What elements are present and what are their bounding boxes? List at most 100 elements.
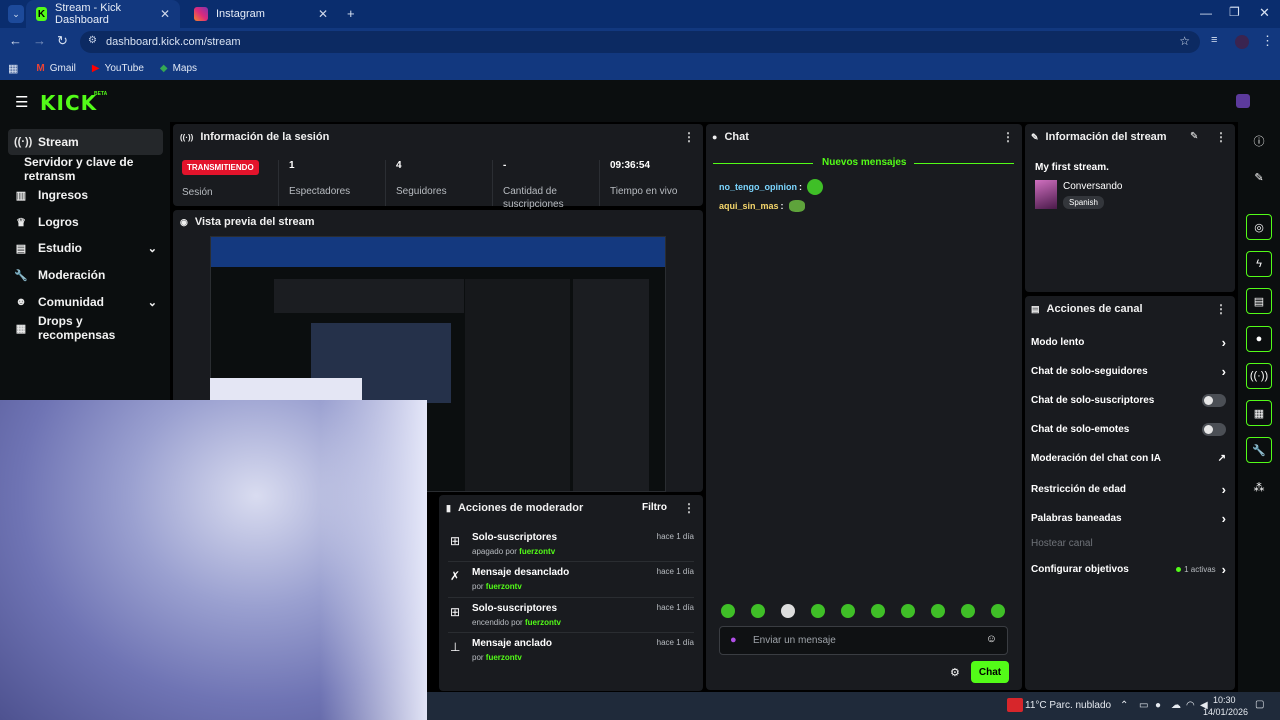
integrations-icon[interactable]: ⁂ — [1246, 474, 1272, 500]
back-icon[interactable]: ← — [9, 33, 22, 48]
bookmark-star-icon[interactable]: ☆ — [1179, 34, 1190, 48]
device-icon[interactable]: ▭ — [1139, 700, 1148, 711]
wifi-icon[interactable]: ◠ — [1186, 700, 1195, 711]
edit-pencil-icon[interactable]: ✎ — [1246, 164, 1272, 190]
tab-kick-dashboard[interactable]: K Stream - Kick Dashboard ✕ — [26, 0, 180, 28]
emote-button-icon[interactable] — [961, 604, 975, 618]
sidebar-item-stream-key[interactable]: Servidor y clave de retransm — [8, 155, 170, 183]
emote-button-icon[interactable] — [991, 604, 1005, 618]
window-close-icon[interactable]: ✕ — [1259, 5, 1270, 21]
clock-time[interactable]: 10:30 — [1213, 695, 1236, 705]
emotes-only-toggle[interactable] — [1202, 423, 1226, 436]
url-text: dashboard.kick.com/stream — [106, 36, 241, 48]
mod-action-user[interactable]: fuerzontv — [519, 547, 555, 556]
microphone-icon[interactable]: ● — [1155, 700, 1161, 711]
emote-button-icon[interactable] — [841, 604, 855, 618]
sidebar-item-ingresos[interactable]: ▥ Ingresos — [8, 182, 163, 208]
mod-actions-header: ▮ Acciones de moderador — [446, 502, 583, 514]
panel-title: Acciones de moderador — [457, 502, 584, 514]
mod-action-row: ⊞ Solo-suscriptores apagado por fuerzont… — [448, 532, 694, 564]
document-icon[interactable]: ▤ — [1246, 288, 1272, 314]
close-icon[interactable]: ✕ — [318, 7, 328, 21]
close-icon[interactable]: ✕ — [160, 7, 170, 21]
more-options-icon[interactable]: ⋮ — [1215, 302, 1227, 316]
chevron-right-icon: › — [1221, 562, 1226, 577]
chat-bubble-icon[interactable]: ● — [1246, 326, 1272, 352]
lightning-icon[interactable]: ϟ — [1246, 251, 1272, 277]
chat-username[interactable]: no_tengo_opinion — [719, 182, 797, 192]
mod-action-title: Solo-suscriptores — [472, 532, 558, 543]
url-input[interactable]: ⚙ dashboard.kick.com/stream ☆ — [80, 31, 1200, 53]
sidebar-item-moderacion[interactable]: 🔧 Moderación — [8, 262, 163, 288]
more-options-icon[interactable]: ⋮ — [683, 501, 695, 515]
mod-action-user[interactable]: fuerzontv — [486, 653, 522, 662]
emoji-picker-icon[interactable]: ☺ — [986, 633, 997, 645]
profile-avatar[interactable] — [1235, 35, 1249, 49]
media-icon[interactable]: ≡ — [1211, 34, 1217, 46]
forward-icon[interactable]: → — [33, 33, 46, 48]
emote-button-icon[interactable] — [781, 604, 795, 618]
emote-button-icon[interactable] — [871, 604, 885, 618]
new-tab-icon[interactable]: + — [347, 6, 355, 21]
tab-instagram[interactable]: Instagram ✕ — [184, 0, 338, 28]
broadcast-icon[interactable]: ((·)) — [1246, 363, 1272, 389]
reload-icon[interactable]: ↻ — [57, 33, 68, 49]
chevron-up-icon[interactable]: ⌃ — [1120, 700, 1128, 711]
category-name[interactable]: Conversando — [1063, 181, 1122, 192]
hamburger-menu-icon[interactable]: ☰ — [15, 93, 28, 111]
mod-action-user[interactable]: fuerzontv — [525, 618, 561, 627]
action-host-channel[interactable]: Hostear canal — [1031, 538, 1226, 549]
sidebar-item-stream[interactable]: ((·)) Stream — [8, 129, 163, 155]
user-avatar[interactable] — [1236, 94, 1250, 108]
weather-text[interactable]: 11°C Parc. nublado — [1025, 700, 1111, 711]
send-chat-button[interactable]: Chat — [971, 661, 1009, 683]
site-info-icon[interactable]: ⚙ — [88, 35, 97, 46]
sidebar-item-estudio[interactable]: ▤ Estudio ⌄ — [8, 235, 163, 261]
bookmark-youtube[interactable]: ▶ YouTube — [92, 63, 144, 74]
clock-date[interactable]: 14/01/2026 — [1203, 707, 1248, 717]
sidebar-item-label: Logros — [38, 215, 79, 229]
filter-button[interactable]: Filtro — [642, 502, 667, 513]
minimize-icon[interactable]: — — [1200, 6, 1212, 20]
more-options-icon[interactable]: ⋮ — [1215, 130, 1227, 144]
notifications-icon[interactable]: ▢ — [1255, 699, 1264, 710]
kick-logo[interactable]: KICK — [40, 91, 97, 115]
action-followers-only[interactable]: Chat de solo-seguidores › — [1031, 364, 1226, 379]
info-icon[interactable]: ⓘ — [1246, 128, 1272, 154]
tab-search-icon[interactable]: ⌄ — [8, 5, 24, 23]
subscribers-only-toggle[interactable] — [1202, 394, 1226, 407]
bookmark-maps[interactable]: ◆ Maps — [160, 63, 197, 74]
microphone-icon[interactable]: ● — [730, 634, 737, 646]
pencil-icon[interactable]: ✎ — [1190, 131, 1198, 142]
cloud-icon[interactable]: ☁ — [1171, 700, 1181, 711]
sidebar-item-comunidad[interactable]: ☻ Comunidad ⌄ — [8, 289, 163, 315]
action-ai-moderation[interactable]: Moderación del chat con IA ↗ — [1031, 453, 1226, 464]
action-slow-mode[interactable]: Modo lento › — [1031, 335, 1226, 350]
server-icon[interactable]: ▦ — [1246, 400, 1272, 426]
chat-message: aqui_sin_mas : — [719, 200, 805, 212]
more-options-icon[interactable]: ⋮ — [683, 130, 695, 144]
browser-menu-icon[interactable]: ⋮ — [1261, 33, 1274, 49]
restore-icon[interactable]: ❐ — [1229, 5, 1240, 19]
bookmark-gmail[interactable]: M Gmail — [36, 63, 75, 74]
more-options-icon[interactable]: ⋮ — [1002, 130, 1014, 144]
mod-action-user[interactable]: fuerzontv — [486, 582, 522, 591]
emote-button-icon[interactable] — [811, 604, 825, 618]
chat-settings-gear-icon[interactable]: ⚙ — [950, 666, 960, 679]
action-age-restriction[interactable]: Restricción de edad › — [1031, 482, 1226, 497]
sidebar-item-logros[interactable]: ♛ Logros — [8, 209, 163, 235]
emote-button-icon[interactable] — [721, 604, 735, 618]
emote-button-icon[interactable] — [751, 604, 765, 618]
chat-input[interactable]: ● Enviar un mensaje ☺ — [719, 626, 1008, 655]
action-configure-goals[interactable]: Configurar objetivos 1 activas › — [1031, 562, 1226, 577]
wrench-icon[interactable]: 🔧 — [1246, 437, 1272, 463]
sidebar-item-drops[interactable]: ▦ Drops y recompensas — [8, 314, 163, 342]
stat-followers: 4 Seguidores — [385, 160, 491, 206]
emote-button-icon[interactable] — [901, 604, 915, 618]
apps-grid-icon[interactable]: ▦ — [8, 62, 18, 75]
chat-username[interactable]: aqui_sin_mas — [719, 201, 779, 211]
emote-button-icon[interactable] — [931, 604, 945, 618]
action-label: Chat de solo-seguidores — [1031, 366, 1148, 377]
action-banned-words[interactable]: Palabras baneadas › — [1031, 511, 1226, 526]
record-icon[interactable]: ◎ — [1246, 214, 1272, 240]
